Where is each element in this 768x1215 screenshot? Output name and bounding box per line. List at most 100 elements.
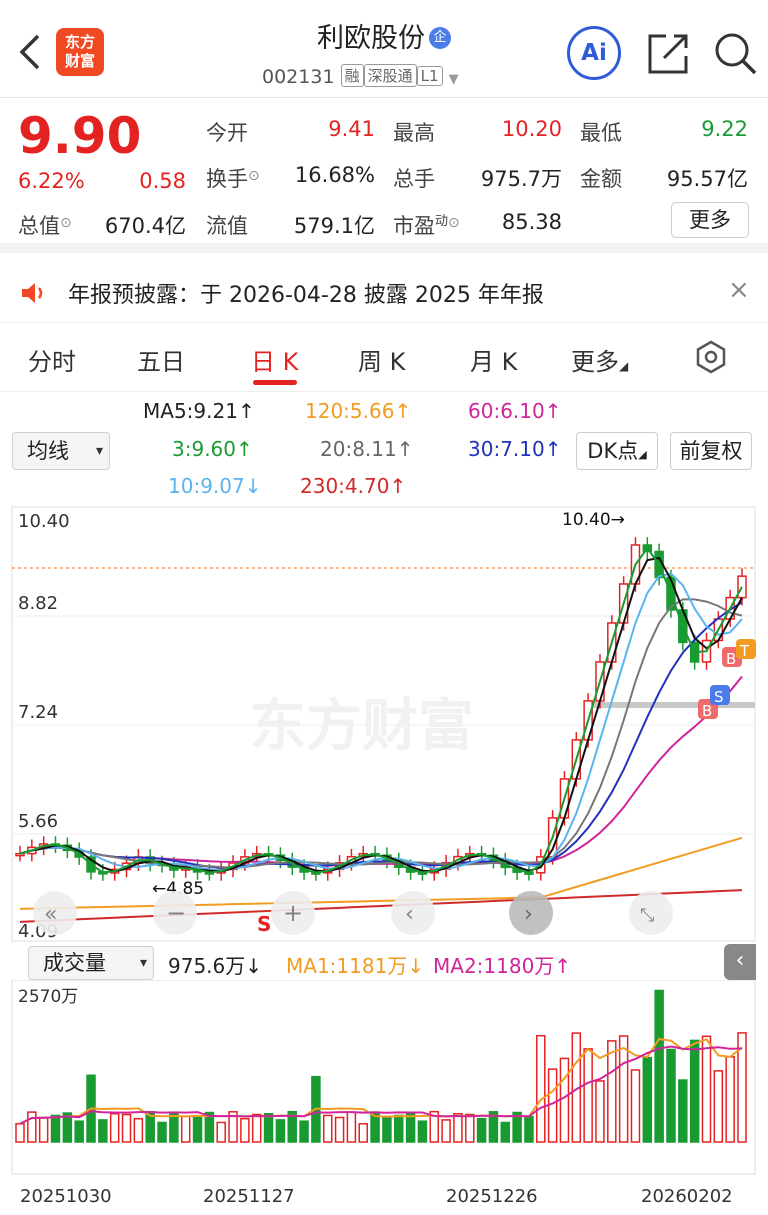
ai-button[interactable]: Ai xyxy=(567,26,621,80)
vol-ma1-label: MA1:1181万↓ xyxy=(286,954,425,978)
tag-shenzhen-connect: 深股通 xyxy=(363,64,417,87)
volume-bar xyxy=(27,1111,37,1143)
pe-label: 市盈动⊙ xyxy=(393,214,460,238)
volume-bar xyxy=(251,1113,262,1143)
settings-gear-icon[interactable] xyxy=(694,340,728,374)
volume-bar xyxy=(192,1115,203,1143)
speaker-icon xyxy=(22,283,43,303)
tab-weekly-k[interactable]: 周 K xyxy=(358,342,405,377)
volume-bar xyxy=(121,1113,132,1143)
close-icon[interactable]: × xyxy=(728,275,750,305)
watermark: 东方财富 xyxy=(250,694,474,759)
notice-text: 年报预披露：于 2026-04-28 披露 2025 年年报 xyxy=(68,283,544,308)
volume-bar xyxy=(180,1115,191,1143)
svg-text:B: B xyxy=(726,650,736,668)
tab-daily-k[interactable]: 日 K xyxy=(251,342,298,377)
volume-bar xyxy=(15,1123,25,1143)
amount-value: 95.57亿 xyxy=(666,167,748,191)
volume-bar xyxy=(630,1069,641,1143)
volume-bar xyxy=(109,1112,120,1143)
volume-bar xyxy=(559,1057,570,1143)
high-value: 10.20 xyxy=(501,117,562,141)
volume-bar xyxy=(666,1048,676,1143)
svg-text:S: S xyxy=(714,688,724,706)
chevron-down-icon: ▼ xyxy=(448,72,459,87)
mcap-label: 总值⊙ xyxy=(18,214,72,238)
volume-bar xyxy=(133,1117,144,1143)
indicator-select[interactable]: 均线 xyxy=(12,432,110,470)
volume-indicator-select[interactable]: 成交量 xyxy=(28,946,154,980)
volume-bar xyxy=(701,1035,712,1143)
share-icon[interactable] xyxy=(646,30,692,76)
candle-body xyxy=(15,852,25,857)
y-tick: 8.82 xyxy=(18,593,58,614)
volume-bar xyxy=(642,1056,653,1143)
candle-body xyxy=(737,575,747,599)
svg-text:T: T xyxy=(739,642,750,660)
volume-bar xyxy=(607,1040,617,1143)
kline-chart[interactable]: 东方财富 10.40 8.82 7.24 5.66 4.09 10.40→ ←4… xyxy=(0,505,768,945)
tab-intraday[interactable]: 分时 xyxy=(28,342,76,377)
tab-five-day[interactable]: 五日 xyxy=(137,342,185,377)
volume-bar xyxy=(157,1121,167,1143)
turnover-value: 16.68% xyxy=(294,163,375,187)
volume-bar xyxy=(394,1114,404,1143)
stock-code-row[interactable]: 002131 融深股通 L1 ▼ xyxy=(262,64,459,88)
high-annotation: 10.40→ xyxy=(562,510,625,530)
volume-bar xyxy=(476,1117,487,1143)
volume-bar xyxy=(240,1117,250,1143)
tab-more[interactable]: 更多◢ xyxy=(571,342,628,377)
volume-bar xyxy=(583,1048,593,1143)
volume-bar xyxy=(465,1113,475,1143)
ma5-label: MA5:9.21↑ xyxy=(143,399,255,423)
quote-panel: 9.90 6.22% 0.58 总值⊙ 670.4亿 今开 9.41 最高 10… xyxy=(0,99,768,253)
x-date-label: 20251127 xyxy=(203,1186,295,1207)
volume-bar xyxy=(689,1039,700,1143)
dk-point-button[interactable]: DK点◢ xyxy=(576,432,658,470)
marker-s-early: S xyxy=(257,912,271,936)
search-icon[interactable] xyxy=(712,30,758,76)
float-label: 流值 xyxy=(206,214,248,238)
more-button[interactable]: 更多 xyxy=(671,202,749,238)
float-value: 579.1亿 xyxy=(293,214,375,238)
ma120-label: 120:5.66↑ xyxy=(305,399,412,423)
ma20-label: 20:8.11↑ xyxy=(320,437,414,461)
last-price: 9.90 xyxy=(18,107,142,165)
volume-bar xyxy=(595,1080,605,1143)
open-value: 9.41 xyxy=(328,117,375,141)
volume-bar xyxy=(405,1112,416,1143)
svg-text:B: B xyxy=(702,702,712,720)
collapse-panel-button[interactable]: ‹ xyxy=(724,944,756,980)
volume-bar xyxy=(50,1114,61,1143)
volume-bar xyxy=(618,1035,629,1143)
vol-ma2-label: MA2:1180万↑ xyxy=(433,954,572,978)
ma10-label: 10:9.07↓ xyxy=(168,474,262,498)
x-date-label: 20251226 xyxy=(446,1186,538,1207)
ma120-line xyxy=(19,836,743,910)
volume-bar xyxy=(38,1116,49,1143)
volume-bars xyxy=(15,989,747,1143)
volume-bar xyxy=(453,1112,463,1143)
ma60-label: 60:6.10↑ xyxy=(468,399,562,423)
volume-bar xyxy=(299,1120,309,1143)
tab-monthly-k[interactable]: 月 K xyxy=(470,342,517,377)
stock-code: 002131 xyxy=(262,66,335,88)
volume-bar xyxy=(678,1079,688,1143)
app-header: 东方 财富 利欧股份企 002131 融深股通 L1 ▼ Ai xyxy=(0,0,768,98)
volume-bar xyxy=(382,1116,392,1143)
mcap-value: 670.4亿 xyxy=(104,214,186,238)
notice-bar[interactable]: 年报预披露：于 2026-04-28 披露 2025 年年报 × xyxy=(0,263,768,323)
volume-bar xyxy=(74,1120,84,1143)
signal-markers: B S B T S xyxy=(257,639,756,936)
svg-text:⤡: ⤡ xyxy=(640,905,654,926)
low-value: 9.22 xyxy=(701,117,748,141)
volume-bar xyxy=(654,989,664,1143)
volume-label: 总手 xyxy=(393,167,435,191)
fuquan-button[interactable]: 前复权 xyxy=(670,432,752,470)
volume-max-label: 2570万 xyxy=(18,987,78,1007)
svg-text:›: › xyxy=(524,902,533,927)
volume-chart[interactable]: 2570万 20251030 20251127 20251226 2026020… xyxy=(0,980,768,1215)
period-tabs: 分时 五日 日 K 周 K 月 K 更多◢ xyxy=(0,324,768,392)
y-tick: 7.24 xyxy=(18,702,58,723)
volume-bar xyxy=(725,1056,735,1143)
